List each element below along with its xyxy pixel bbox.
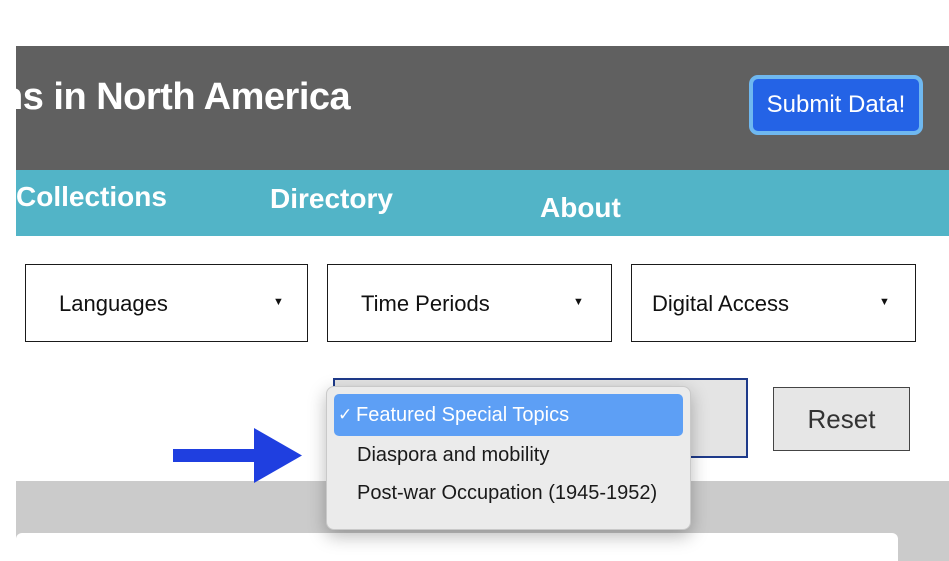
checkmark-icon: ✓	[338, 405, 353, 424]
main-nav: Collections Directory About	[16, 170, 949, 236]
languages-dropdown[interactable]: Languages ▼	[25, 264, 308, 342]
reset-button[interactable]: Reset	[773, 387, 910, 451]
submit-data-button[interactable]: Submit Data!	[749, 75, 923, 135]
time-periods-dropdown[interactable]: Time Periods ▼	[327, 264, 612, 342]
digital-access-dropdown-label: Digital Access	[652, 291, 789, 316]
nav-item-about[interactable]: About	[540, 175, 621, 241]
menu-item-label: Diaspora and mobility	[357, 443, 550, 466]
time-periods-dropdown-label: Time Periods	[361, 291, 490, 316]
languages-dropdown-label: Languages	[59, 291, 168, 316]
nav-item-collections[interactable]: Collections	[16, 164, 167, 230]
menu-item-label: Post-war Occupation (1945-1952)	[357, 481, 658, 504]
left-margin	[0, 0, 16, 561]
content-card	[16, 533, 898, 561]
special-topics-menu: ✓ Featured Special Topics Diaspora and m…	[326, 386, 691, 530]
caret-down-icon: ▼	[879, 296, 890, 308]
menu-item-diaspora-and-mobility[interactable]: Diaspora and mobility	[334, 436, 683, 474]
menu-item-featured-special-topics[interactable]: ✓ Featured Special Topics	[334, 394, 683, 436]
page: ns in North America Submit Data! Collect…	[0, 0, 949, 561]
menu-item-post-war-occupation[interactable]: Post-war Occupation (1945-1952)	[334, 474, 683, 512]
caret-down-icon: ▼	[273, 296, 284, 308]
menu-item-label: Featured Special Topics	[356, 403, 570, 426]
nav-item-directory[interactable]: Directory	[270, 166, 393, 232]
site-title: ns in North America	[0, 76, 351, 118]
caret-down-icon: ▼	[573, 296, 584, 308]
arrow-right-icon	[173, 428, 302, 483]
digital-access-dropdown[interactable]: Digital Access ▼	[631, 264, 916, 342]
